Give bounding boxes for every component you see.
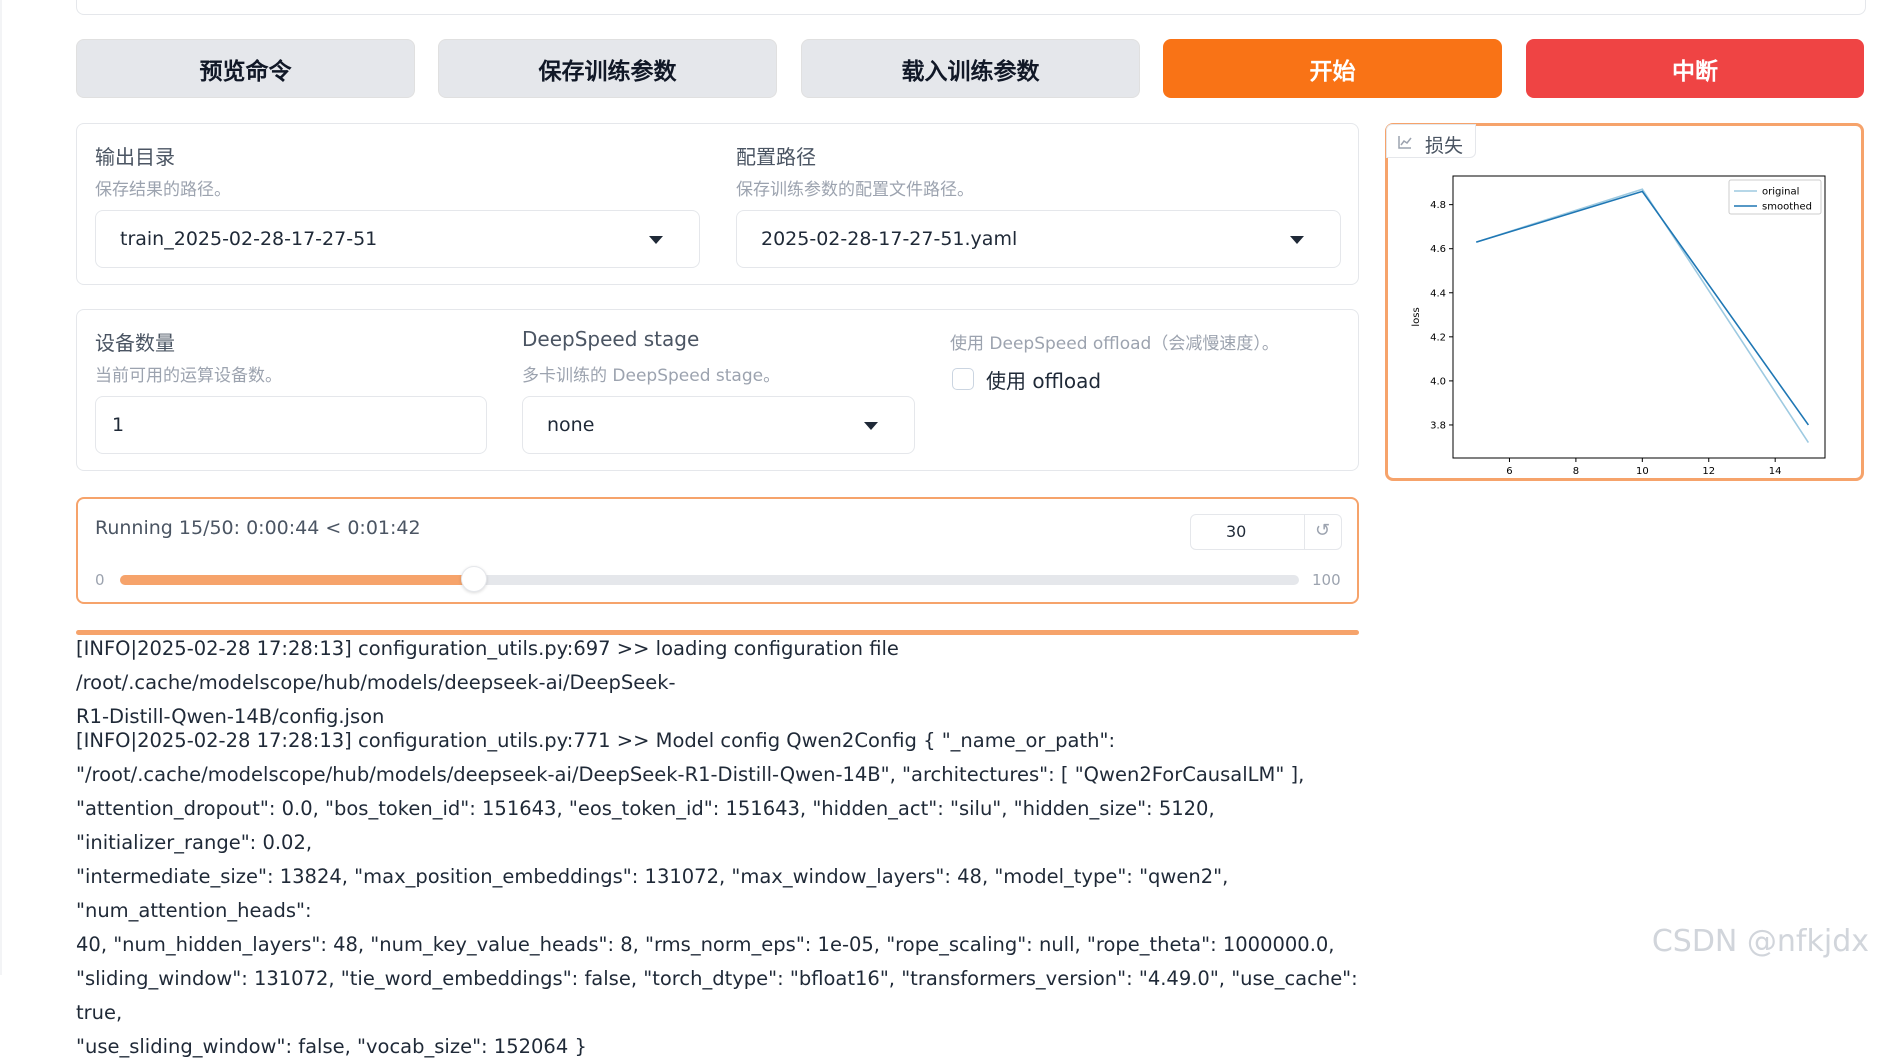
log-entry: [INFO|2025-02-28 17:28:13] configuration… bbox=[76, 724, 1366, 1064]
slider-min-label: 0 bbox=[95, 571, 105, 589]
loss-plot-panel: 损失 681012143.84.04.24.44.64.8steplossori… bbox=[1385, 123, 1864, 481]
progress-status-text: Running 15/50: 0:00:44 < 0:01:42 bbox=[95, 517, 421, 539]
x-tick-label: 8 bbox=[1573, 466, 1579, 477]
legend-label-original: original bbox=[1762, 187, 1799, 198]
output-dir-label: 输出目录 bbox=[95, 145, 175, 169]
deepspeed-stage-value: none bbox=[547, 414, 595, 436]
offload-checkbox-label[interactable]: 使用 offload bbox=[986, 365, 1101, 394]
watermark: CSDN @nfkjdx bbox=[1651, 924, 1869, 959]
device-count-info: 当前可用的运算设备数。 bbox=[95, 366, 282, 386]
progress-number-input[interactable]: 30 ↺ bbox=[1190, 514, 1342, 550]
output-dir-value: train_2025-02-28-17-27-51 bbox=[120, 228, 378, 250]
progress-slider-fill bbox=[120, 575, 474, 585]
y-tick-label: 4.6 bbox=[1430, 244, 1446, 255]
config-path-value: 2025-02-28-17-27-51.yaml bbox=[761, 228, 1018, 250]
series-line-smoothed bbox=[1476, 190, 1810, 426]
abort-button[interactable]: 中断 bbox=[1526, 39, 1864, 98]
log-line: "/root/.cache/modelscope/hub/models/deep… bbox=[76, 763, 1305, 786]
device-count-label: 设备数量 bbox=[95, 331, 175, 355]
progress-slider-thumb[interactable] bbox=[460, 566, 487, 592]
x-tick-label: 12 bbox=[1702, 466, 1715, 477]
progress-number-value: 30 bbox=[1226, 522, 1247, 541]
y-axis-label: loss bbox=[1411, 307, 1422, 326]
save-args-button[interactable]: 保存训练参数 bbox=[438, 39, 777, 98]
offload-info: 使用 DeepSpeed offload（会减慢速度）。 bbox=[950, 334, 1279, 354]
config-path-info: 保存训练参数的配置文件路径。 bbox=[736, 180, 974, 200]
config-path-label: 配置路径 bbox=[736, 145, 816, 169]
output-dir-info: 保存结果的路径。 bbox=[95, 180, 231, 200]
y-tick-label: 3.8 bbox=[1430, 420, 1446, 431]
x-tick-label: 6 bbox=[1506, 466, 1512, 477]
log-line: "use_sliding_window": false, "vocab_size… bbox=[76, 1035, 587, 1058]
y-tick-label: 4.8 bbox=[1430, 200, 1446, 211]
output-config-panel: 输出目录 保存结果的路径。 train_2025-02-28-17-27-51 … bbox=[76, 123, 1359, 285]
x-tick-label: 14 bbox=[1769, 466, 1782, 477]
plot-tab-text: 损失 bbox=[1425, 135, 1464, 157]
progress-slider-track[interactable] bbox=[120, 566, 1299, 592]
deepspeed-stage-label: DeepSpeed stage bbox=[522, 327, 700, 351]
log-line: 40, "num_hidden_layers": 48, "num_key_va… bbox=[76, 933, 1335, 956]
chevron-down-icon bbox=[649, 236, 663, 244]
device-deepspeed-panel: 设备数量 当前可用的运算设备数。 1 DeepSpeed stage 多卡训练的… bbox=[76, 309, 1359, 471]
log-line: "attention_dropout": 0.0, "bos_token_id"… bbox=[76, 797, 1215, 854]
deepspeed-stage-select[interactable]: none bbox=[522, 396, 915, 454]
device-count-value: 1 bbox=[112, 414, 125, 436]
log-entry: [INFO|2025-02-28 17:28:13] configuration… bbox=[76, 632, 1366, 734]
start-button[interactable]: 开始 bbox=[1163, 39, 1502, 98]
output-dir-select[interactable]: train_2025-02-28-17-27-51 bbox=[95, 210, 700, 268]
preview-command-button[interactable]: 预览命令 bbox=[76, 39, 415, 98]
plot-frame bbox=[1452, 175, 1826, 459]
y-tick-label: 4.4 bbox=[1430, 288, 1446, 299]
log-line: [INFO|2025-02-28 17:28:13] configuration… bbox=[76, 637, 899, 694]
device-count-input[interactable]: 1 bbox=[95, 396, 487, 454]
slider-max-label: 100 bbox=[1312, 571, 1341, 589]
offload-checkbox[interactable] bbox=[952, 368, 974, 390]
loss-chart: 681012143.84.04.24.44.64.8steplossorigin… bbox=[1411, 175, 1826, 477]
log-line: "intermediate_size": 13824, "max_positio… bbox=[76, 865, 1229, 922]
load-args-button[interactable]: 载入训练参数 bbox=[801, 39, 1140, 98]
x-tick-label: 10 bbox=[1636, 466, 1649, 477]
chevron-down-icon bbox=[864, 422, 878, 430]
reset-icon[interactable]: ↺ bbox=[1315, 520, 1330, 541]
input-divider bbox=[1304, 515, 1305, 549]
chart-icon bbox=[1398, 136, 1412, 149]
legend-label-smoothed: smoothed bbox=[1762, 202, 1812, 213]
training-progress-panel: Running 15/50: 0:00:44 < 0:01:42 30 ↺ 0 … bbox=[76, 497, 1359, 604]
config-path-select[interactable]: 2025-02-28-17-27-51.yaml bbox=[736, 210, 1341, 268]
log-line: [INFO|2025-02-28 17:28:13] configuration… bbox=[76, 729, 1116, 752]
y-tick-label: 4.0 bbox=[1430, 376, 1446, 387]
deepspeed-stage-info: 多卡训练的 DeepSpeed stage。 bbox=[522, 366, 781, 386]
top-panel-edge bbox=[76, 0, 1866, 15]
chevron-down-icon bbox=[1290, 236, 1304, 244]
plot-tab-label: 损失 bbox=[1386, 124, 1476, 158]
y-tick-label: 4.2 bbox=[1430, 332, 1446, 343]
log-line: "sliding_window": 131072, "tie_word_embe… bbox=[76, 967, 1358, 1024]
page-left-rule bbox=[0, 0, 2, 975]
